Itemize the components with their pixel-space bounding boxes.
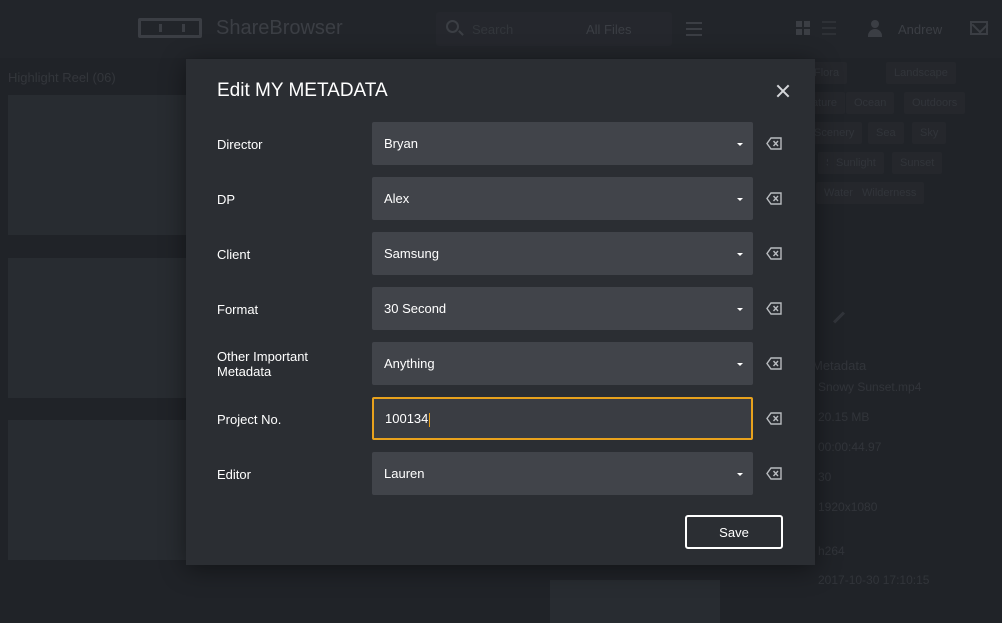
field-row-dp: DP Alex [186,177,815,221]
project-no-input[interactable]: 100134 [372,397,753,440]
field-value: 100134 [385,411,431,427]
backspace-clear-icon[interactable] [766,412,782,425]
edit-metadata-dialog: Edit MY METADATA Director Bryan DP Alex … [186,59,815,565]
caret-down-icon [737,363,743,366]
backspace-clear-icon[interactable] [766,137,782,150]
input-text: 100134 [385,411,429,426]
field-label: Editor [217,466,251,482]
field-value: 30 Second [384,301,447,316]
field-row-other-important-metadata: Other Important Metadata Anything [186,342,815,386]
field-row-director: Director Bryan [186,122,815,166]
field-value: Alex [384,191,410,206]
dialog-title: Edit MY METADATA [217,80,388,101]
field-label: Format [217,301,259,317]
other-important-metadata-dropdown[interactable]: Anything [372,342,753,385]
field-value: Anything [384,356,435,371]
field-value: Bryan [384,136,418,151]
backspace-clear-icon[interactable] [766,302,782,315]
format-dropdown[interactable]: 30 Second [372,287,753,330]
save-button[interactable]: Save [685,515,783,549]
backspace-clear-icon[interactable] [766,192,782,205]
backspace-clear-icon[interactable] [766,357,782,370]
field-row-editor: Editor Lauren [186,452,815,496]
field-label: Other Important Metadata [217,349,309,379]
dp-dropdown[interactable]: Alex [372,177,753,220]
editor-dropdown[interactable]: Lauren [372,452,753,495]
field-label: Director [217,136,263,152]
close-icon[interactable] [772,80,794,102]
field-label: Project No. [217,411,282,427]
field-row-client: Client Samsung [186,232,815,276]
caret-down-icon [737,308,743,311]
field-value: Samsung [384,246,439,261]
field-row-format: Format 30 Second [186,287,815,331]
field-label: Client [217,246,251,262]
field-row-project-no: Project No. 100134 [186,397,815,441]
client-dropdown[interactable]: Samsung [372,232,753,275]
field-label: DP [217,191,236,207]
director-dropdown[interactable]: Bryan [372,122,753,165]
backspace-clear-icon[interactable] [766,467,782,480]
text-cursor [429,412,431,427]
field-value: Lauren [384,466,425,481]
caret-down-icon [737,253,743,256]
backspace-clear-icon[interactable] [766,247,782,260]
caret-down-icon [737,198,743,201]
caret-down-icon [737,473,743,476]
caret-down-icon [737,143,743,146]
